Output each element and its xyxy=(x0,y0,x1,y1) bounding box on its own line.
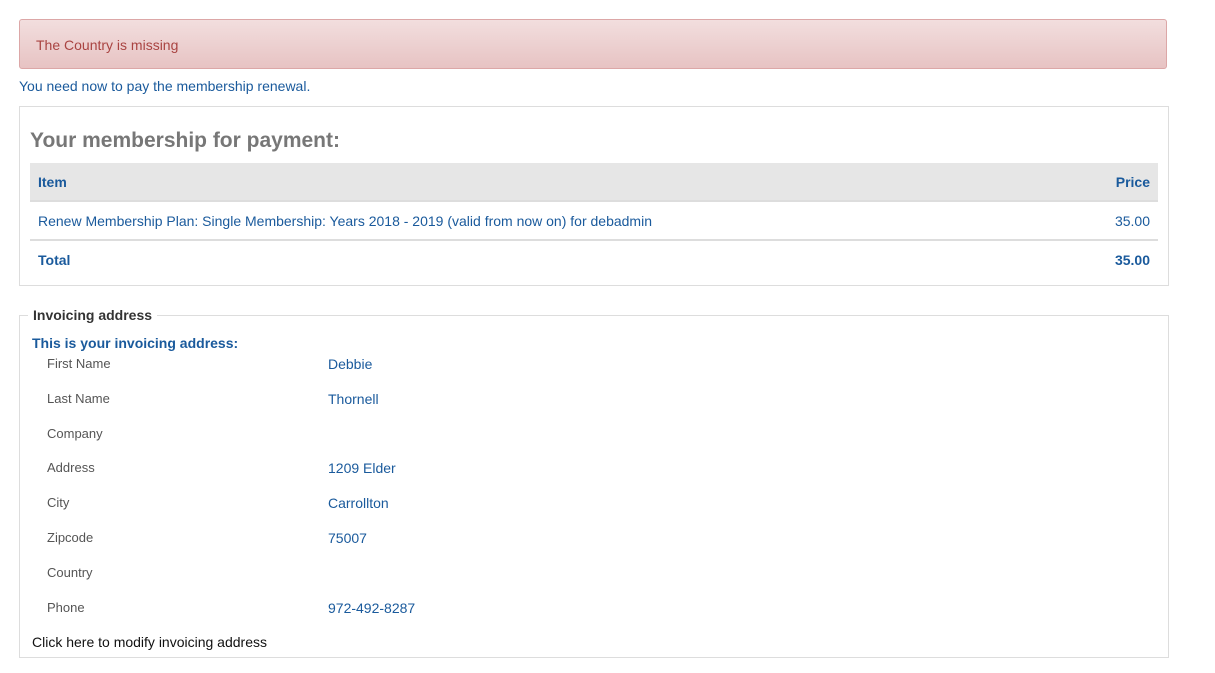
membership-item-description: Renew Membership Plan: Single Membership… xyxy=(30,201,1074,241)
error-alert-message: The Country is missing xyxy=(36,37,179,53)
total-row: Total 35.00 xyxy=(30,240,1158,278)
address-row-zipcode: Zipcode 75007 xyxy=(47,530,1147,550)
zipcode-value: 75007 xyxy=(328,530,367,546)
address-row-last-name: Last Name Thornell xyxy=(47,391,1147,411)
address-row-city: City Carrollton xyxy=(47,495,1147,515)
membership-title: Your membership for payment: xyxy=(30,129,340,152)
phone-value: 972-492-8287 xyxy=(328,600,416,616)
city-value: Carrollton xyxy=(328,495,389,511)
column-header-price: Price xyxy=(1073,163,1158,202)
company-label: Company xyxy=(47,426,103,441)
phone-label: Phone xyxy=(47,600,85,615)
address-row-phone: Phone 972-492-8287 xyxy=(47,600,1147,620)
country-label: Country xyxy=(47,565,93,580)
column-header-item: Item xyxy=(30,163,1074,202)
table-row: Renew Membership Plan: Single Membership… xyxy=(30,201,1158,241)
error-alert: The Country is missing xyxy=(19,19,1167,69)
address-label: Address xyxy=(47,460,95,475)
modify-invoicing-address-link[interactable]: Click here to modify invoicing address xyxy=(32,634,267,650)
membership-item-price: 35.00 xyxy=(1073,201,1158,241)
total-label: Total xyxy=(38,251,71,268)
last-name-value: Thornell xyxy=(328,391,379,407)
invoicing-address-fieldset: Invoicing address This is your invoicing… xyxy=(19,307,1169,658)
membership-payment-panel: Your membership for payment: Item Price … xyxy=(19,106,1169,286)
first-name-value: Debbie xyxy=(328,356,373,372)
last-name-label: Last Name xyxy=(47,391,110,406)
address-row-company: Company xyxy=(47,426,1147,446)
first-name-label: First Name xyxy=(47,356,111,371)
total-value: 35.00 xyxy=(1114,251,1150,268)
zipcode-label: Zipcode xyxy=(47,530,94,545)
invoicing-address-legend: Invoicing address xyxy=(28,307,158,323)
address-value: 1209 Elder xyxy=(328,460,396,476)
renewal-notice: You need now to pay the membership renew… xyxy=(19,78,311,94)
address-row-country: Country xyxy=(47,565,1147,585)
address-row-address: Address 1209 Elder xyxy=(47,460,1147,480)
payment-table-header: Item Price xyxy=(30,163,1158,202)
invoicing-address-heading: This is your invoicing address: xyxy=(32,335,239,351)
address-row-first-name: First Name Debbie xyxy=(47,356,1147,376)
city-label: City xyxy=(47,495,70,510)
payment-table: Item Price Renew Membership Plan: Single… xyxy=(30,163,1158,278)
